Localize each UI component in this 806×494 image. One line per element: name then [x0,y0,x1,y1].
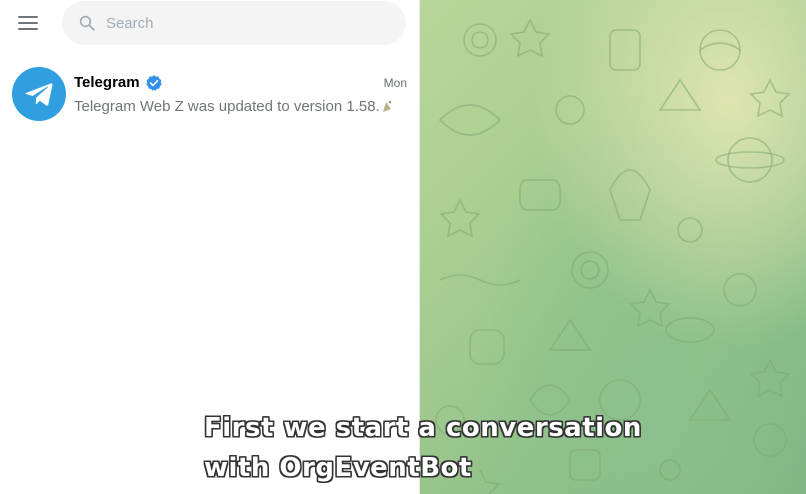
search-box[interactable] [61,1,406,45]
menu-icon[interactable] [18,12,40,34]
caption-line-2: with OrgEventBot [204,453,472,483]
chat-preview-text: Telegram Web Z was updated to version 1.… [74,97,380,115]
video-caption: First we start a conversation with OrgEv… [204,408,642,488]
chat-time: Mon [383,75,407,90]
caption-line-1: First we start a conversation [204,413,642,443]
chat-preview: Telegram Web Z was updated to version 1.… [74,98,411,115]
search-icon [79,15,95,31]
avatar [12,67,66,121]
verified-icon [145,74,162,91]
chat-title: Telegram [74,74,163,92]
chat-info: Telegram Mon Telegram Web Z was updated … [74,74,411,115]
search-input[interactable] [105,14,386,32]
chat-title-text: Telegram [74,74,140,91]
chat-header-row: Telegram Mon [74,74,411,92]
left-header [0,0,419,46]
menu-line [18,16,38,18]
menu-line [18,28,38,30]
telegram-logo-icon [25,83,53,106]
chat-list: Telegram Mon Telegram Web Z was updated … [0,58,419,130]
menu-line [18,22,38,24]
chat-item-telegram[interactable]: Telegram Mon Telegram Web Z was updated … [0,58,419,130]
party-icon [382,100,392,112]
